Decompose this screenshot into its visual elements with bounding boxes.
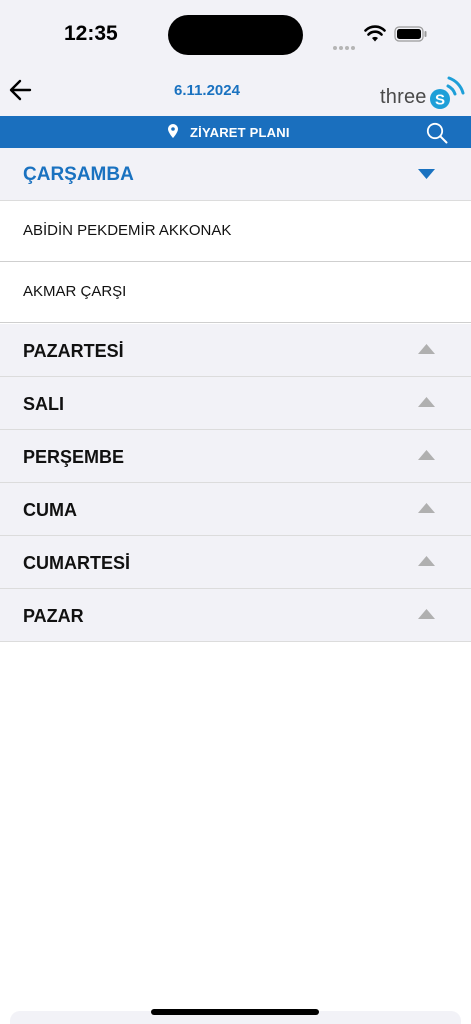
triangle-up-icon bbox=[418, 344, 435, 354]
battery-icon bbox=[394, 26, 427, 42]
day-label: PAZARTESİ bbox=[23, 341, 124, 361]
triangle-down-icon bbox=[418, 169, 435, 179]
logo-signal-icon: S bbox=[430, 76, 465, 109]
triangle-up-icon bbox=[418, 450, 435, 460]
dynamic-island bbox=[168, 15, 303, 55]
day-label: CUMA bbox=[23, 500, 77, 520]
day-label: CUMARTESİ bbox=[23, 553, 130, 573]
triangle-up-icon bbox=[418, 503, 435, 513]
home-indicator[interactable] bbox=[151, 1009, 319, 1015]
visit-plan-title: ZİYARET PLANI bbox=[190, 125, 290, 140]
day-header-sali[interactable]: SALI bbox=[0, 377, 471, 430]
day-label: PAZAR bbox=[23, 606, 84, 626]
day-header-cumartesi[interactable]: CUMARTESİ bbox=[0, 536, 471, 589]
list-item[interactable]: AKMAR ÇARŞI bbox=[0, 262, 471, 323]
day-header-carsamba[interactable]: ÇARŞAMBA bbox=[0, 148, 471, 201]
visit-label: AKMAR ÇARŞI bbox=[23, 283, 127, 300]
status-bar: 12:35 bbox=[0, 0, 471, 68]
logo-letter: S bbox=[435, 92, 445, 109]
day-label: SALI bbox=[23, 394, 65, 414]
app-header: 6.11.2024 three S bbox=[0, 68, 471, 116]
location-pin-icon bbox=[168, 124, 178, 138]
wifi-icon bbox=[364, 25, 386, 42]
list-item[interactable]: ABİDİN PEKDEMİR AKKONAK bbox=[0, 201, 471, 262]
day-header-persembe[interactable]: PERŞEMBE bbox=[0, 430, 471, 483]
cellular-signal-icon bbox=[333, 37, 357, 50]
triangle-up-icon bbox=[418, 397, 435, 407]
search-icon[interactable] bbox=[426, 122, 448, 144]
status-time: 12:35 bbox=[64, 22, 118, 45]
day-header-cuma[interactable]: CUMA bbox=[0, 483, 471, 536]
day-header-pazar[interactable]: PAZAR bbox=[0, 589, 471, 642]
triangle-up-icon bbox=[418, 609, 435, 619]
day-label: ÇARŞAMBA bbox=[23, 164, 134, 185]
visit-plan-bar: ZİYARET PLANI bbox=[0, 116, 471, 148]
triangle-up-icon bbox=[418, 556, 435, 566]
selected-date[interactable]: 6.11.2024 bbox=[0, 82, 414, 99]
visit-label: ABİDİN PEKDEMİR AKKONAK bbox=[23, 222, 232, 239]
threes-logo: three S bbox=[378, 70, 470, 114]
day-header-pazartesi[interactable]: PAZARTESİ bbox=[0, 324, 471, 377]
logo-text: three bbox=[380, 86, 427, 108]
day-label: PERŞEMBE bbox=[23, 447, 125, 467]
